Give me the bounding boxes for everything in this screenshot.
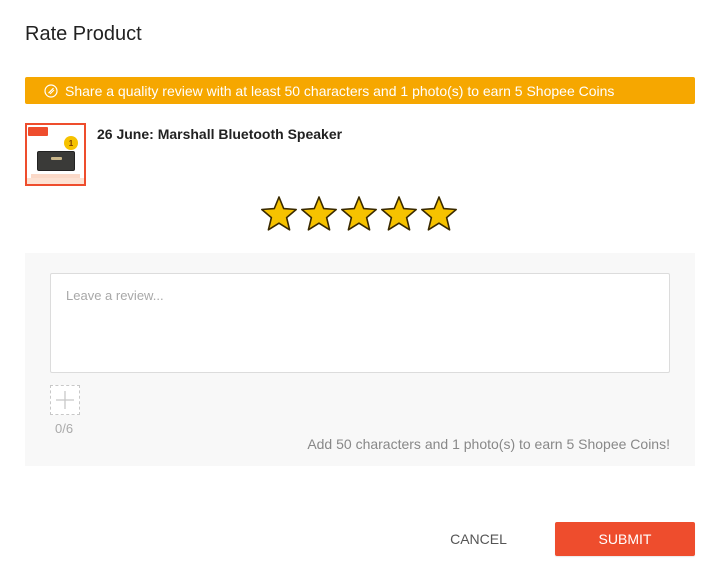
review-panel: 0/6 Add 50 characters and 1 photo(s) to …	[25, 253, 695, 466]
thumbnail-badge: 1	[64, 136, 78, 150]
product-thumbnail: 1	[25, 123, 86, 186]
banner-text: Share a quality review with at least 50 …	[65, 82, 615, 99]
coin-icon	[44, 83, 58, 98]
product-name: 26 June: Marshall Bluetooth Speaker	[97, 126, 343, 142]
photo-count: 0/6	[55, 421, 74, 436]
product-row: 1 26 June: Marshall Bluetooth Speaker	[25, 123, 695, 187]
add-photo-button[interactable]	[50, 385, 80, 415]
cancel-button[interactable]: CANCEL	[421, 522, 536, 555]
speaker-image-icon	[37, 151, 75, 171]
submit-button[interactable]: SUBMIT	[555, 522, 695, 556]
store-badge-icon	[28, 127, 48, 136]
review-textarea[interactable]	[50, 273, 670, 373]
dialog-title: Rate Product	[25, 23, 142, 45]
star-rating	[260, 195, 458, 233]
star-5-icon[interactable]	[420, 195, 458, 233]
coins-banner: Share a quality review with at least 50 …	[25, 77, 695, 104]
rate-product-dialog: Rate Product Share a quality review with…	[0, 0, 715, 571]
star-3-icon[interactable]	[340, 195, 378, 233]
star-4-icon[interactable]	[380, 195, 418, 233]
star-2-icon[interactable]	[300, 195, 338, 233]
coins-hint: Add 50 characters and 1 photo(s) to earn…	[307, 436, 670, 452]
star-1-icon[interactable]	[260, 195, 298, 233]
plus-icon	[55, 390, 75, 410]
thumbnail-footer	[27, 178, 84, 184]
